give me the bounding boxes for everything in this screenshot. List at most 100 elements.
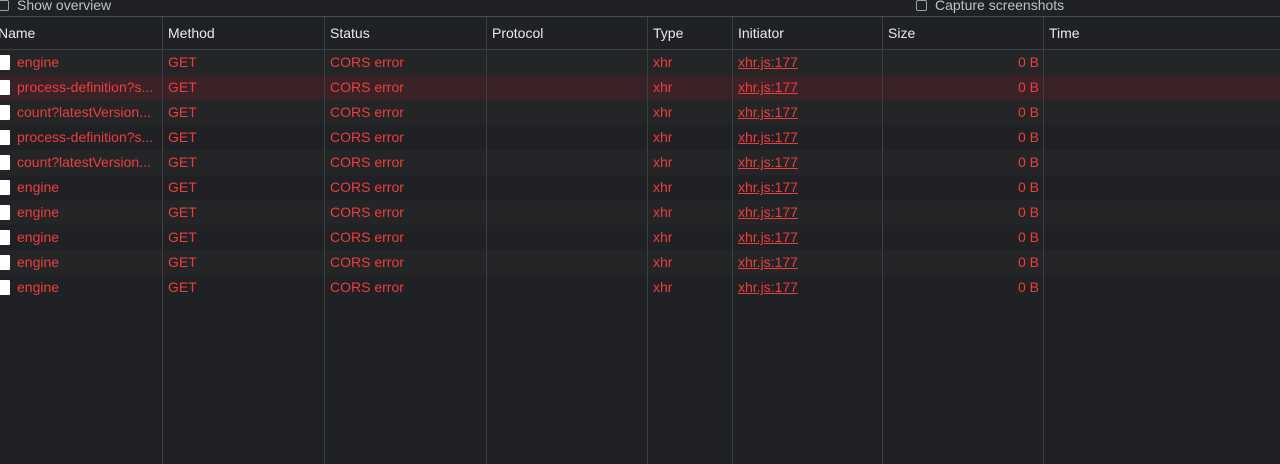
request-size: 0 B [1017, 129, 1039, 145]
document-icon [0, 180, 10, 195]
capture-screenshots-option[interactable]: Capture screenshots [916, 0, 1064, 13]
request-row[interactable]: engine GET CORS error xhr xhr.js:177 0 B [0, 250, 1280, 275]
show-overview-checkbox[interactable] [0, 0, 9, 11]
request-row[interactable]: process-definition?s... GET CORS error xhr x… [0, 125, 1280, 150]
request-type: xhr [653, 154, 673, 170]
initiator-link[interactable]: xhr.js:177 [738, 150, 798, 175]
column-header-type[interactable]: Type [653, 17, 683, 49]
request-name[interactable]: engine [17, 275, 159, 300]
initiator-link[interactable]: xhr.js:177 [738, 250, 798, 275]
request-method: GET [168, 229, 197, 245]
column-divider[interactable] [882, 17, 883, 464]
initiator-link[interactable]: xhr.js:177 [738, 225, 798, 250]
capture-screenshots-checkbox[interactable] [916, 0, 927, 11]
request-status: CORS error [330, 179, 404, 195]
request-row[interactable]: engine GET CORS error xhr xhr.js:177 0 B [0, 275, 1280, 300]
request-type: xhr [653, 79, 673, 95]
column-divider[interactable] [162, 17, 163, 464]
request-status: CORS error [330, 204, 404, 220]
request-status: CORS error [330, 229, 404, 245]
document-icon [0, 80, 10, 95]
request-type: xhr [653, 204, 673, 220]
request-type: xhr [653, 54, 673, 70]
request-method: GET [168, 79, 197, 95]
request-list: engine GET CORS error xhr xhr.js:177 0 Bproce… [0, 50, 1280, 300]
request-row[interactable]: count?latestVersion... GET CORS error xhr xh… [0, 150, 1280, 175]
request-status: CORS error [330, 279, 404, 295]
request-method: GET [168, 204, 197, 220]
initiator-link[interactable]: xhr.js:177 [738, 175, 798, 200]
initiator-link[interactable]: xhr.js:177 [738, 200, 798, 225]
request-table-header: Name Method Status Protocol Type Initiat… [0, 17, 1280, 50]
request-name[interactable]: engine [17, 225, 159, 250]
document-icon [0, 280, 10, 295]
request-status: CORS error [330, 154, 404, 170]
request-name[interactable]: count?latestVersion... [17, 150, 159, 175]
request-name[interactable]: engine [17, 250, 159, 275]
request-type: xhr [653, 279, 673, 295]
document-icon [0, 55, 10, 70]
request-name[interactable]: count?latestVersion... [17, 100, 159, 125]
request-row[interactable]: engine GET CORS error xhr xhr.js:177 0 B [0, 225, 1280, 250]
column-header-initiator[interactable]: Initiator [738, 17, 784, 49]
initiator-link[interactable]: xhr.js:177 [738, 275, 798, 300]
document-icon [0, 130, 10, 145]
column-divider[interactable] [732, 17, 733, 464]
request-name[interactable]: process-definition?s... [17, 125, 159, 150]
request-size: 0 B [1017, 79, 1039, 95]
request-name[interactable]: engine [17, 175, 159, 200]
column-header-name[interactable]: Name [0, 17, 35, 49]
request-status: CORS error [330, 129, 404, 145]
request-method: GET [168, 154, 197, 170]
request-type: xhr [653, 104, 673, 120]
request-status: CORS error [330, 54, 404, 70]
initiator-link[interactable]: xhr.js:177 [738, 50, 798, 75]
request-type: xhr [653, 179, 673, 195]
request-row[interactable]: count?latestVersion... GET CORS error xhr xh… [0, 100, 1280, 125]
document-icon [0, 105, 10, 120]
request-size: 0 B [1017, 179, 1039, 195]
request-size: 0 B [1017, 279, 1039, 295]
initiator-link[interactable]: xhr.js:177 [738, 100, 798, 125]
request-status: CORS error [330, 79, 404, 95]
request-size: 0 B [1017, 54, 1039, 70]
document-icon [0, 205, 10, 220]
document-icon [0, 255, 10, 270]
column-header-method[interactable]: Method [168, 17, 215, 49]
request-row[interactable]: engine GET CORS error xhr xhr.js:177 0 B [0, 175, 1280, 200]
document-icon [0, 230, 10, 245]
request-size: 0 B [1017, 154, 1039, 170]
initiator-link[interactable]: xhr.js:177 [738, 75, 798, 100]
document-icon [0, 155, 10, 170]
request-size: 0 B [1017, 229, 1039, 245]
network-options-bar: Show overview Capture screenshots [0, 0, 1280, 17]
request-size: 0 B [1017, 254, 1039, 270]
request-type: xhr [653, 254, 673, 270]
column-header-time[interactable]: Time [1049, 17, 1080, 49]
initiator-link[interactable]: xhr.js:177 [738, 125, 798, 150]
request-method: GET [168, 129, 197, 145]
request-status: CORS error [330, 254, 404, 270]
request-name[interactable]: engine [17, 200, 159, 225]
column-divider[interactable] [1043, 17, 1044, 464]
request-type: xhr [653, 229, 673, 245]
column-divider[interactable] [486, 17, 487, 464]
column-header-size[interactable]: Size [888, 17, 915, 49]
request-status: CORS error [330, 104, 404, 120]
request-method: GET [168, 279, 197, 295]
request-method: GET [168, 179, 197, 195]
request-method: GET [168, 54, 197, 70]
show-overview-option[interactable]: Show overview [0, 0, 111, 13]
request-name[interactable]: process-definition?s... [17, 75, 159, 100]
column-header-status[interactable]: Status [330, 17, 370, 49]
request-row[interactable]: process-definition?s... GET CORS error xhr x… [0, 75, 1280, 100]
request-row[interactable]: engine GET CORS error xhr xhr.js:177 0 B [0, 200, 1280, 225]
column-divider[interactable] [647, 17, 648, 464]
show-overview-label: Show overview [17, 0, 112, 13]
request-row[interactable]: engine GET CORS error xhr xhr.js:177 0 B [0, 50, 1280, 75]
request-type: xhr [653, 129, 673, 145]
column-divider[interactable] [324, 17, 325, 464]
capture-screenshots-label: Capture screenshots [935, 0, 1065, 13]
column-header-protocol[interactable]: Protocol [492, 17, 543, 49]
request-name[interactable]: engine [17, 50, 159, 75]
